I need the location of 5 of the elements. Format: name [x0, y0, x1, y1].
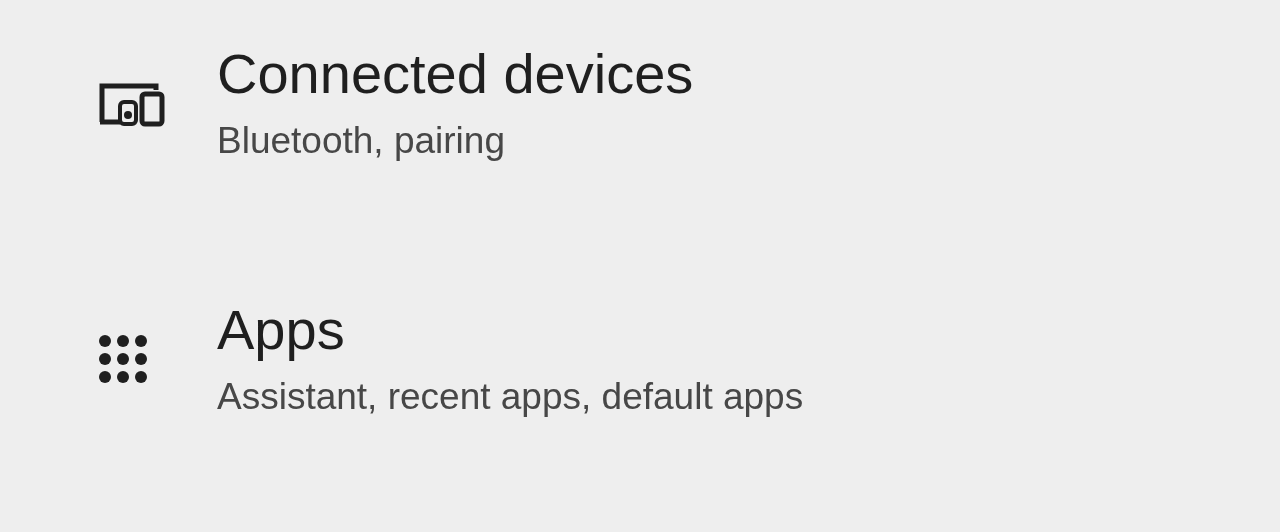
setting-title[interactable]: Apps	[217, 296, 804, 364]
setting-subtitle: Assistant, recent apps, default apps	[217, 375, 804, 419]
setting-subtitle: Bluetooth, pairing	[217, 119, 506, 163]
setting-title[interactable]: Connected devices	[217, 40, 694, 108]
apps-grid-icon	[98, 334, 148, 384]
